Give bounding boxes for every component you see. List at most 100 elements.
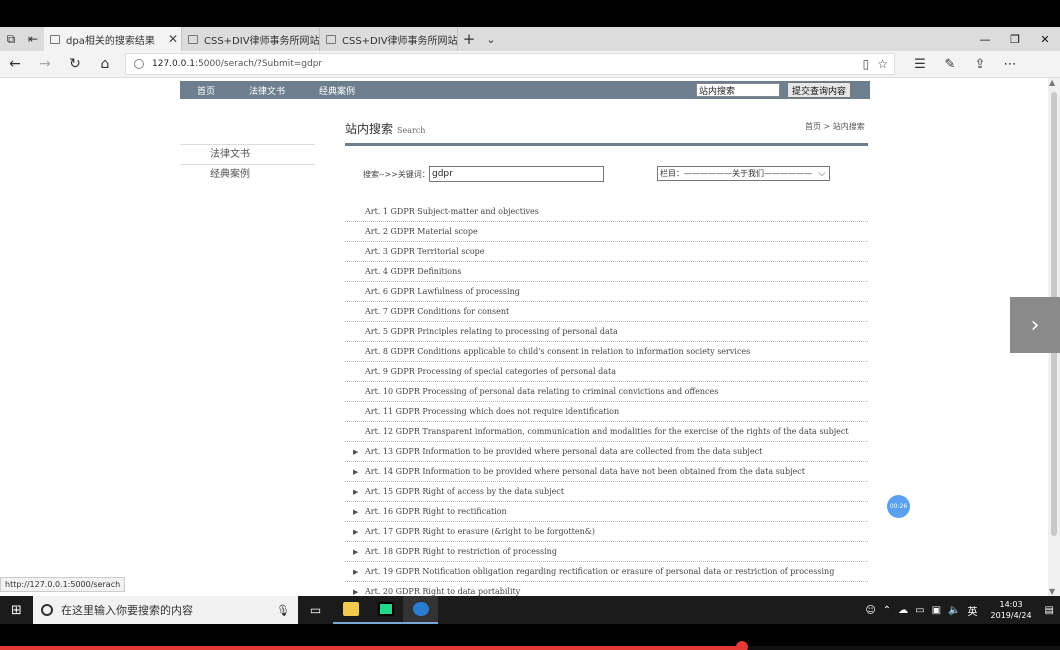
result-row[interactable]: ▶ Art. 16 GDPR Right to rectification [345,502,868,522]
result-row[interactable]: Art. 5 GDPR Principles relating to proce… [345,322,868,342]
result-row[interactable]: Art. 10 GDPR Processing of personal data… [345,382,868,402]
scroll-up-icon[interactable]: ▲ [1049,78,1055,87]
expand-triangle-icon[interactable]: ▶ [353,482,358,501]
new-tab-button[interactable]: + [458,27,480,51]
column-select[interactable]: 栏目：——————关于我们—————— ⌵ [657,166,830,181]
back-arrow-icon[interactable]: ← [0,56,30,72]
result-link[interactable]: Art. 12 GDPR Transparent information, co… [365,427,849,436]
result-row[interactable]: ▶ Art. 15 GDPR Right of access by the dat… [345,482,868,502]
share-icon[interactable]: ⇪ [965,57,995,72]
expand-triangle-icon[interactable]: ▶ [353,522,358,541]
info-icon[interactable] [134,59,144,69]
nav-home[interactable]: 首页 [197,84,215,97]
result-link[interactable]: Art. 13 GDPR Information to be provided … [365,447,762,456]
result-row[interactable]: ▶ Art. 13 GDPR Information to be provided… [345,442,868,462]
close-tab-icon[interactable]: ✕ [165,32,181,46]
result-row[interactable]: Art. 2 GDPR Material scope [345,222,868,242]
home-icon[interactable]: ⌂ [90,56,120,72]
result-link[interactable]: Art. 20 GDPR Right to data portability [365,587,520,596]
expand-triangle-icon[interactable]: ▶ [353,542,358,561]
result-row[interactable]: ▶ Art. 14 GDPR Information to be provided… [345,462,868,482]
nav-legal-docs[interactable]: 法律文书 [249,84,285,97]
people-icon[interactable]: ☺ [865,605,875,616]
result-link[interactable]: Art. 16 GDPR Right to rectification [365,507,507,516]
scroll-down-icon[interactable]: ▼ [1049,587,1055,596]
chevron-up-icon[interactable]: ⌃ [883,605,891,616]
notification-icon[interactable]: ▤ [1045,605,1054,616]
result-link[interactable]: Art. 2 GDPR Material scope [365,227,478,236]
next-slide-arrow-icon[interactable]: › [1010,297,1060,353]
result-link[interactable]: Art. 11 GDPR Processing which does not r… [365,407,619,416]
chevron-down-icon[interactable]: ⌄ [480,27,502,51]
tab-css-div-2[interactable]: CSS+DIV律师事务所网站全 [320,27,458,51]
expand-triangle-icon[interactable]: ▶ [353,442,358,461]
favorites-list-icon[interactable]: ☰ [905,57,935,72]
result-row[interactable]: Art. 12 GDPR Transparent information, co… [345,422,868,442]
site-search-input[interactable]: 站内搜索 [696,83,780,97]
refresh-icon[interactable]: ↻ [60,56,90,72]
result-link[interactable]: Art. 8 GDPR Conditions applicable to chi… [365,347,750,356]
result-link[interactable]: Art. 19 GDPR Notification obligation reg… [365,567,834,576]
site-search-submit-button[interactable]: 提交查询内容 [787,82,851,98]
battery-icon[interactable]: ▭ [915,605,924,616]
result-row[interactable]: Art. 6 GDPR Lawfulness of processing [345,282,868,302]
result-link[interactable]: Art. 3 GDPR Territorial scope [365,247,485,256]
result-row[interactable]: Art. 3 GDPR Territorial scope [345,242,868,262]
clock[interactable]: 14:03 2019/4/24 [991,599,1032,621]
result-link[interactable]: Art. 5 GDPR Principles relating to proce… [365,327,618,336]
restore-button[interactable]: ❐ [1000,27,1030,51]
set-tabs-aside-icon[interactable]: ⇤ [22,27,44,51]
volume-icon[interactable]: 🔈 [948,605,960,616]
network-icon[interactable]: ▣ [932,605,941,616]
result-row[interactable]: ▶ Art. 17 GDPR Right to erasure (&right t… [345,522,868,542]
keyword-input[interactable]: gdpr [429,166,604,182]
expand-triangle-icon[interactable]: ▶ [353,502,358,521]
video-progress-bar[interactable] [0,641,1060,650]
ime-indicator[interactable]: 英 [968,603,978,618]
task-view-icon[interactable]: ▭ [298,596,333,624]
expand-triangle-icon[interactable]: ▶ [353,462,358,481]
result-row[interactable]: Art. 7 GDPR Conditions for consent [345,302,868,322]
expand-triangle-icon[interactable]: ▶ [353,562,358,581]
result-link[interactable]: Art. 17 GDPR Right to erasure (&right to… [365,527,595,536]
nav-classic-cases[interactable]: 经典案例 [319,84,355,97]
file-explorer-icon[interactable] [333,596,368,624]
result-link[interactable]: Art. 18 GDPR Right to restriction of pro… [365,547,557,556]
result-link[interactable]: Art. 6 GDPR Lawfulness of processing [365,287,520,296]
result-row[interactable]: Art. 4 GDPR Definitions [345,262,868,282]
favorite-star-icon[interactable]: ☆ [877,57,888,71]
result-link[interactable]: Art. 4 GDPR Definitions [365,267,461,276]
video-progress-knob[interactable] [736,641,748,650]
pen-icon[interactable]: ✎ [935,57,965,72]
taskbar-search[interactable]: 在这里输入你要搜索的内容 🎙 [33,596,298,624]
tab-search-results[interactable]: dpa相关的搜索结果 ✕ [44,27,182,51]
result-row[interactable]: Art. 11 GDPR Processing which does not r… [345,402,868,422]
result-row[interactable]: ▶ Art. 20 GDPR Right to data portability [345,582,868,596]
result-link[interactable]: Art. 9 GDPR Processing of special catego… [365,367,616,376]
tab-css-div-1[interactable]: CSS+DIV律师事务所网站全 [182,27,320,51]
result-link[interactable]: Art. 10 GDPR Processing of personal data… [365,387,718,396]
result-row[interactable]: Art. 9 GDPR Processing of special catego… [345,362,868,382]
result-link[interactable]: Art. 15 GDPR Right of access by the data… [365,487,564,496]
tab-preview-icon[interactable]: ⧉ [0,27,22,51]
microphone-icon[interactable]: 🎙 [276,604,290,617]
result-link[interactable]: Art. 14 GDPR Information to be provided … [365,467,805,476]
url-field[interactable]: 127.0.0.1:5000/serach/?Submit=gdpr ▯ ☆ [125,53,895,75]
minimize-button[interactable]: — [970,27,1000,51]
close-window-button[interactable]: ✕ [1030,27,1060,51]
forward-arrow-icon[interactable]: → [30,56,60,72]
result-row[interactable]: ▶ Art. 19 GDPR Notification obligation re… [345,562,868,582]
edge-browser-icon[interactable] [403,596,438,624]
expand-triangle-icon[interactable]: ▶ [353,582,358,596]
result-row[interactable]: ▶ Art. 18 GDPR Right to restriction of pr… [345,542,868,562]
sidebar-item-legal-docs[interactable]: 法律文书 [180,144,315,164]
reading-view-icon[interactable]: ▯ [863,57,870,71]
pycharm-icon[interactable] [368,596,403,624]
onedrive-icon[interactable]: ☁ [898,605,908,616]
sidebar-item-classic-cases[interactable]: 经典案例 [180,164,315,184]
result-link[interactable]: Art. 7 GDPR Conditions for consent [365,307,509,316]
more-icon[interactable]: ⋯ [995,57,1025,72]
result-row[interactable]: Art. 8 GDPR Conditions applicable to chi… [345,342,868,362]
result-row[interactable]: Art. 1 GDPR Subject-matter and objective… [345,202,868,222]
result-link[interactable]: Art. 1 GDPR Subject-matter and objective… [365,207,539,216]
